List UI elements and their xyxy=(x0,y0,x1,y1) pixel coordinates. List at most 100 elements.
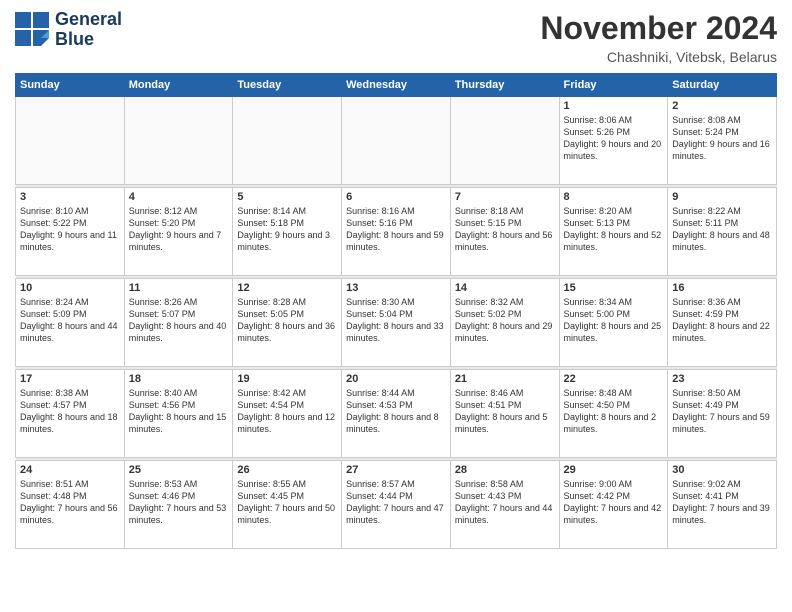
day-number: 18 xyxy=(129,373,229,385)
col-wednesday: Wednesday xyxy=(342,74,451,97)
table-row: 13 Sunrise: 8:30 AM Sunset: 5:04 PM Dayli… xyxy=(342,279,451,367)
table-row: 19 Sunrise: 8:42 AM Sunset: 4:54 PM Dayli… xyxy=(233,370,342,458)
col-tuesday: Tuesday xyxy=(233,74,342,97)
day-info: Sunrise: 8:42 AM Sunset: 4:54 PM Dayligh… xyxy=(237,387,337,436)
day-info: Sunrise: 8:30 AM Sunset: 5:04 PM Dayligh… xyxy=(346,296,446,345)
table-row: 30 Sunrise: 9:02 AM Sunset: 4:41 PM Dayli… xyxy=(668,461,777,549)
header: General Blue November 2024 Chashniki, Vi… xyxy=(15,10,777,65)
table-row: 28 Sunrise: 8:58 AM Sunset: 4:43 PM Dayli… xyxy=(450,461,559,549)
day-number: 6 xyxy=(346,191,446,203)
calendar-table: Sunday Monday Tuesday Wednesday Thursday… xyxy=(15,73,777,549)
day-number: 25 xyxy=(129,464,229,476)
day-info: Sunrise: 8:24 AM Sunset: 5:09 PM Dayligh… xyxy=(20,296,120,345)
day-info: Sunrise: 8:10 AM Sunset: 5:22 PM Dayligh… xyxy=(20,205,120,254)
day-info: Sunrise: 8:53 AM Sunset: 4:46 PM Dayligh… xyxy=(129,478,229,527)
day-info: Sunrise: 8:38 AM Sunset: 4:57 PM Dayligh… xyxy=(20,387,120,436)
day-number: 23 xyxy=(672,373,772,385)
day-info: Sunrise: 9:00 AM Sunset: 4:42 PM Dayligh… xyxy=(564,478,664,527)
col-friday: Friday xyxy=(559,74,668,97)
day-info: Sunrise: 8:22 AM Sunset: 5:11 PM Dayligh… xyxy=(672,205,772,254)
day-info: Sunrise: 8:58 AM Sunset: 4:43 PM Dayligh… xyxy=(455,478,555,527)
logo-text: General Blue xyxy=(55,10,122,50)
day-info: Sunrise: 8:44 AM Sunset: 4:53 PM Dayligh… xyxy=(346,387,446,436)
title-section: November 2024 Chashniki, Vitebsk, Belaru… xyxy=(540,10,777,65)
calendar-week-1: 1Sunrise: 8:06 AM Sunset: 5:26 PM Daylig… xyxy=(16,97,777,185)
day-info: Sunrise: 8:08 AM Sunset: 5:24 PM Dayligh… xyxy=(672,114,772,163)
day-number: 16 xyxy=(672,282,772,294)
table-row: 7Sunrise: 8:18 AM Sunset: 5:15 PM Daylig… xyxy=(450,188,559,276)
day-info: Sunrise: 8:16 AM Sunset: 5:16 PM Dayligh… xyxy=(346,205,446,254)
day-number: 21 xyxy=(455,373,555,385)
calendar-week-5: 24Sunrise: 8:51 AM Sunset: 4:48 PM Dayli… xyxy=(16,461,777,549)
day-number: 12 xyxy=(237,282,337,294)
table-row: 10Sunrise: 8:24 AM Sunset: 5:09 PM Dayli… xyxy=(16,279,125,367)
table-row: 5Sunrise: 8:14 AM Sunset: 5:18 PM Daylig… xyxy=(233,188,342,276)
day-number: 27 xyxy=(346,464,446,476)
day-info: Sunrise: 8:40 AM Sunset: 4:56 PM Dayligh… xyxy=(129,387,229,436)
table-row: 2 Sunrise: 8:08 AM Sunset: 5:24 PM Daylig… xyxy=(668,97,777,185)
table-row: 4 Sunrise: 8:12 AM Sunset: 5:20 PM Daylig… xyxy=(124,188,233,276)
table-row xyxy=(450,97,559,185)
day-number: 9 xyxy=(672,191,772,203)
table-row: 17Sunrise: 8:38 AM Sunset: 4:57 PM Dayli… xyxy=(16,370,125,458)
table-row: 16 Sunrise: 8:36 AM Sunset: 4:59 PM Dayli… xyxy=(668,279,777,367)
day-info: Sunrise: 8:18 AM Sunset: 5:15 PM Dayligh… xyxy=(455,205,555,254)
table-row: 8Sunrise: 8:20 AM Sunset: 5:13 PM Daylig… xyxy=(559,188,668,276)
day-number: 28 xyxy=(455,464,555,476)
table-row: 21Sunrise: 8:46 AM Sunset: 4:51 PM Dayli… xyxy=(450,370,559,458)
day-info: Sunrise: 8:34 AM Sunset: 5:00 PM Dayligh… xyxy=(564,296,664,345)
table-row: 12 Sunrise: 8:28 AM Sunset: 5:05 PM Dayli… xyxy=(233,279,342,367)
day-number: 26 xyxy=(237,464,337,476)
table-row: 3 Sunrise: 8:10 AM Sunset: 5:22 PM Daylig… xyxy=(16,188,125,276)
col-thursday: Thursday xyxy=(450,74,559,97)
table-row xyxy=(124,97,233,185)
location: Chashniki, Vitebsk, Belarus xyxy=(540,49,777,65)
table-row: 6 Sunrise: 8:16 AM Sunset: 5:16 PM Daylig… xyxy=(342,188,451,276)
table-row: 25 Sunrise: 8:53 AM Sunset: 4:46 PM Dayli… xyxy=(124,461,233,549)
table-row: 14 Sunrise: 8:32 AM Sunset: 5:02 PM Dayli… xyxy=(450,279,559,367)
day-info: Sunrise: 8:12 AM Sunset: 5:20 PM Dayligh… xyxy=(129,205,229,254)
day-number: 29 xyxy=(564,464,664,476)
table-row: 18 Sunrise: 8:40 AM Sunset: 4:56 PM Dayli… xyxy=(124,370,233,458)
table-row xyxy=(16,97,125,185)
table-row: 11 Sunrise: 8:26 AM Sunset: 5:07 PM Dayli… xyxy=(124,279,233,367)
calendar-week-4: 17Sunrise: 8:38 AM Sunset: 4:57 PM Dayli… xyxy=(16,370,777,458)
day-number: 14 xyxy=(455,282,555,294)
table-row: 15 Sunrise: 8:34 AM Sunset: 5:00 PM Dayli… xyxy=(559,279,668,367)
day-info: Sunrise: 8:57 AM Sunset: 4:44 PM Dayligh… xyxy=(346,478,446,527)
day-info: Sunrise: 8:36 AM Sunset: 4:59 PM Dayligh… xyxy=(672,296,772,345)
day-number: 3 xyxy=(20,191,120,203)
calendar-week-2: 3 Sunrise: 8:10 AM Sunset: 5:22 PM Daylig… xyxy=(16,188,777,276)
day-number: 13 xyxy=(346,282,446,294)
day-number: 30 xyxy=(672,464,772,476)
table-row: 23Sunrise: 8:50 AM Sunset: 4:49 PM Dayli… xyxy=(668,370,777,458)
calendar-week-3: 10Sunrise: 8:24 AM Sunset: 5:09 PM Dayli… xyxy=(16,279,777,367)
table-row xyxy=(342,97,451,185)
table-row: 26 Sunrise: 8:55 AM Sunset: 4:45 PM Dayli… xyxy=(233,461,342,549)
table-row: 22 Sunrise: 8:48 AM Sunset: 4:50 PM Dayli… xyxy=(559,370,668,458)
table-row: 9 Sunrise: 8:22 AM Sunset: 5:11 PM Daylig… xyxy=(668,188,777,276)
logo-icon xyxy=(15,12,51,48)
table-row: 29 Sunrise: 9:00 AM Sunset: 4:42 PM Dayli… xyxy=(559,461,668,549)
day-info: Sunrise: 8:28 AM Sunset: 5:05 PM Dayligh… xyxy=(237,296,337,345)
day-number: 2 xyxy=(672,100,772,112)
month-title: November 2024 xyxy=(540,10,777,47)
day-number: 8 xyxy=(564,191,664,203)
day-number: 15 xyxy=(564,282,664,294)
day-info: Sunrise: 8:26 AM Sunset: 5:07 PM Dayligh… xyxy=(129,296,229,345)
day-number: 22 xyxy=(564,373,664,385)
logo: General Blue xyxy=(15,10,122,50)
day-number: 11 xyxy=(129,282,229,294)
day-info: Sunrise: 8:48 AM Sunset: 4:50 PM Dayligh… xyxy=(564,387,664,436)
calendar-header-row: Sunday Monday Tuesday Wednesday Thursday… xyxy=(16,74,777,97)
day-info: Sunrise: 9:02 AM Sunset: 4:41 PM Dayligh… xyxy=(672,478,772,527)
table-row: 24Sunrise: 8:51 AM Sunset: 4:48 PM Dayli… xyxy=(16,461,125,549)
day-number: 20 xyxy=(346,373,446,385)
day-info: Sunrise: 8:55 AM Sunset: 4:45 PM Dayligh… xyxy=(237,478,337,527)
day-number: 19 xyxy=(237,373,337,385)
col-sunday: Sunday xyxy=(16,74,125,97)
day-info: Sunrise: 8:32 AM Sunset: 5:02 PM Dayligh… xyxy=(455,296,555,345)
day-number: 24 xyxy=(20,464,120,476)
day-number: 4 xyxy=(129,191,229,203)
table-row: 27 Sunrise: 8:57 AM Sunset: 4:44 PM Dayli… xyxy=(342,461,451,549)
